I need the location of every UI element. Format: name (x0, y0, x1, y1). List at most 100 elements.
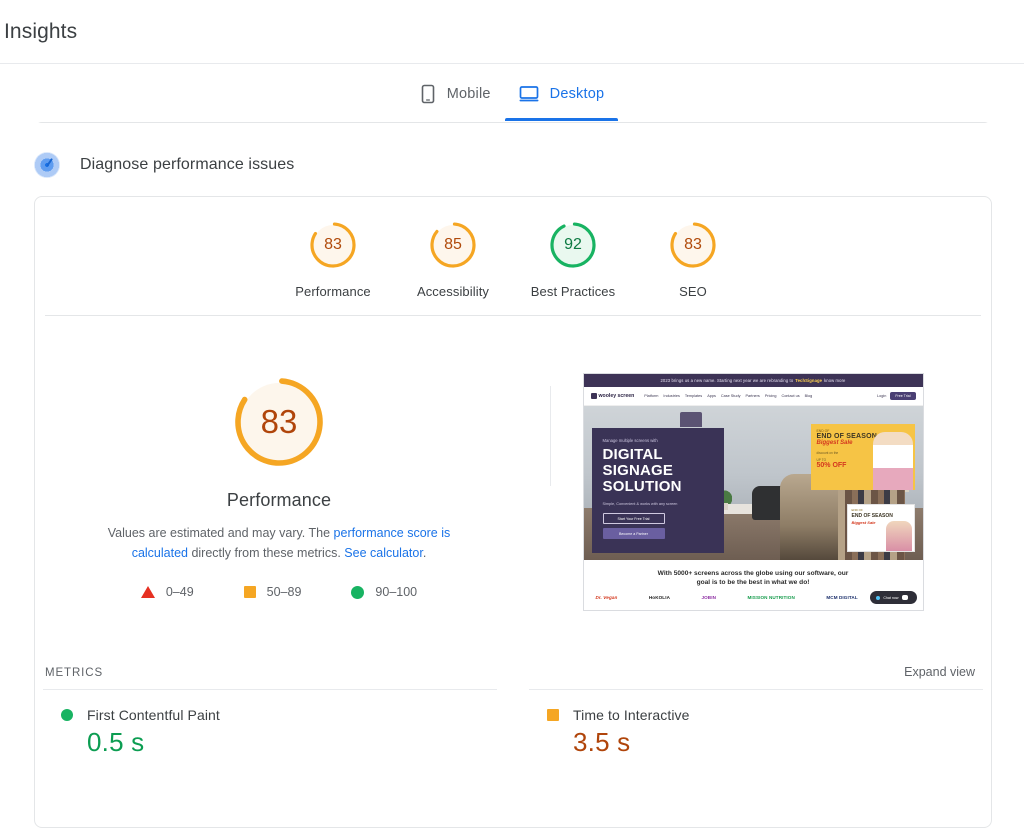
preview-hero-eyebrow: Manage multiple screens with (602, 438, 658, 443)
metric-column-right: Time to Interactive 3.5 s (529, 689, 983, 758)
score-overview: 83 Performance Values are estimated and … (35, 316, 991, 611)
preview-hero-partner-button: Become a Partner (602, 528, 665, 539)
score-legend: 0–49 50–89 90–100 (140, 585, 417, 599)
metrics-grid: First Contentful Paint 0.5 s Time to Int… (43, 689, 983, 758)
preview-announcement-bar: 2023 brings us a new name. Starting next… (583, 374, 923, 387)
see-calculator-link[interactable]: See calculator (344, 546, 423, 560)
preview-banner-text: 2023 brings us a new name. Starting next… (660, 378, 794, 383)
circle-icon (61, 709, 73, 721)
preview-login-link: Login (877, 394, 887, 398)
preview-hero-subtitle: Simple, Convenient & works with any scre… (602, 502, 678, 506)
gauge-best-practices: 92 (547, 219, 599, 271)
preview-hero-tab (679, 412, 702, 427)
metric-first-contentful-paint[interactable]: First Contentful Paint 0.5 s (43, 690, 497, 758)
preview-client-logo: Dr. Vegan (595, 595, 618, 600)
preview-client-logo: MCM DIGITAL (826, 595, 858, 600)
metric-name: First Contentful Paint (87, 707, 220, 723)
legend-item-average: 50–89 (243, 585, 302, 599)
gauge-best-practices-value: 92 (564, 236, 582, 253)
preview-nav-link: Industries (663, 394, 680, 398)
page-screenshot-panel: 2023 brings us a new name. Starting next… (515, 372, 991, 611)
preview-tagline: With 5000+ screens across the globe usin… (584, 560, 923, 587)
expand-view-button[interactable]: Expand view (904, 665, 975, 679)
gauge-accessibility-label: Accessibility (416, 284, 490, 299)
preview-nav-link: Contact us (781, 394, 800, 398)
preview-hero-title-line3: SOLUTION (602, 478, 682, 495)
square-icon (547, 709, 559, 721)
preview-trial-button: Free Trial (890, 392, 916, 400)
preview-client-logo: MISSION NUTRITION (747, 595, 795, 600)
preview-promo-model (872, 432, 913, 490)
preview-promo-screen-secondary: END OF END OF SEASON Biggest Sale (846, 504, 915, 552)
preview-nav-link: Apps (707, 394, 716, 398)
gauge-performance-value: 83 (324, 236, 342, 253)
preview-nav-link: Case Study (720, 394, 741, 398)
gauge-accessibility-value: 85 (444, 236, 462, 253)
gauge-performance-large: 83 (229, 372, 329, 472)
preview-client-logo: HoKOLIA (648, 595, 671, 600)
chat-bubble-icon (901, 595, 908, 600)
tab-mobile[interactable]: Mobile (406, 72, 505, 116)
metric-value: 0.5 s (87, 727, 145, 757)
preview-nav-link: Blog (804, 394, 813, 398)
category-score-strip: 83 Performance 85 Accessibility 92 Best … (35, 197, 991, 315)
preview-hero: END OF END OF SEASON Biggest Sale discou… (583, 406, 923, 560)
preview-nav-actions: Login Free Trial (877, 392, 916, 400)
chat-status-icon (876, 595, 881, 600)
gauge-seo-value: 83 (684, 236, 702, 253)
metric-value: 3.5 s (573, 727, 631, 757)
legend-label-good: 90–100 (375, 585, 418, 599)
metrics-header: METRICS Expand view (43, 665, 983, 679)
tab-mobile-label: Mobile (446, 86, 491, 102)
preview-logo: wooley screen (590, 393, 635, 399)
vertical-divider (550, 386, 551, 486)
page-title: Insights (4, 19, 78, 43)
preview-logo-mark (590, 393, 597, 399)
preview-nav-link: Platform (644, 394, 659, 398)
legend-label-average: 50–89 (266, 585, 302, 599)
score-category-name: Performance (226, 490, 332, 510)
metric-time-to-interactive[interactable]: Time to Interactive 3.5 s (529, 690, 983, 758)
score-description-text-2: directly from these metrics. (187, 546, 345, 560)
preview-nav-link: Partners (745, 394, 760, 398)
preview-logo-text: wooley screen (598, 393, 635, 399)
preview-chat-label: Chat now (883, 595, 899, 600)
score-description-text-3: . (422, 546, 427, 560)
score-description: Values are estimated and may vary. The p… (79, 523, 479, 563)
preview-nav-link: Pricing (764, 394, 777, 398)
speedometer-icon (34, 152, 60, 178)
tab-desktop[interactable]: Desktop (504, 72, 619, 121)
metrics-section: METRICS Expand view First Contentful Pai… (35, 665, 991, 758)
gauge-seo: 83 (667, 219, 719, 271)
device-tab-bar: Mobile Desktop (0, 64, 1024, 122)
legend-item-good: 90–100 (351, 585, 417, 599)
app-header: Insights (0, 0, 1024, 64)
category-score-accessibility[interactable]: 85 Accessibility (393, 219, 513, 299)
preview-tagline-line2: goal is to be the best in what we do! (696, 579, 810, 586)
preview-chat-button: Chat now (870, 591, 917, 604)
gauge-performance: 83 (307, 219, 359, 271)
score-summary: 83 Performance Values are estimated and … (35, 372, 515, 611)
lighthouse-report-card: 83 Performance 85 Accessibility 92 Best … (34, 196, 992, 828)
preview-hero-title-line2: SIGNAGE (602, 462, 674, 479)
preview-client-logo: JOBIN (701, 595, 717, 600)
preview-hero-overlay: Manage multiple screens with DIGITAL SIG… (591, 428, 724, 553)
legend-item-poor: 0–49 (140, 585, 194, 599)
mobile-icon (420, 84, 436, 104)
preview-promo-screen: END OF END OF SEASON Biggest Sale discou… (810, 424, 915, 490)
metric-name: Time to Interactive (573, 707, 690, 723)
gauge-accessibility: 85 (427, 219, 479, 271)
score-description-text-1: Values are estimated and may vary. The (107, 526, 334, 540)
preview-promo2-title: END OF SEASON (851, 513, 893, 519)
gauge-seo-label: SEO (679, 284, 707, 299)
category-score-seo[interactable]: 83 SEO (633, 219, 753, 299)
gauge-performance-label: Performance (295, 284, 371, 299)
metrics-label: METRICS (45, 667, 104, 679)
page-screenshot-thumbnail: 2023 brings us a new name. Starting next… (582, 373, 924, 611)
category-score-best-practices[interactable]: 92 Best Practices (513, 219, 633, 299)
square-icon (243, 586, 256, 598)
diagnose-section-title: Diagnose performance issues (80, 156, 295, 173)
circle-icon (351, 585, 365, 599)
category-score-performance[interactable]: 83 Performance (273, 219, 393, 299)
metric-column-left: First Contentful Paint 0.5 s (43, 689, 497, 758)
